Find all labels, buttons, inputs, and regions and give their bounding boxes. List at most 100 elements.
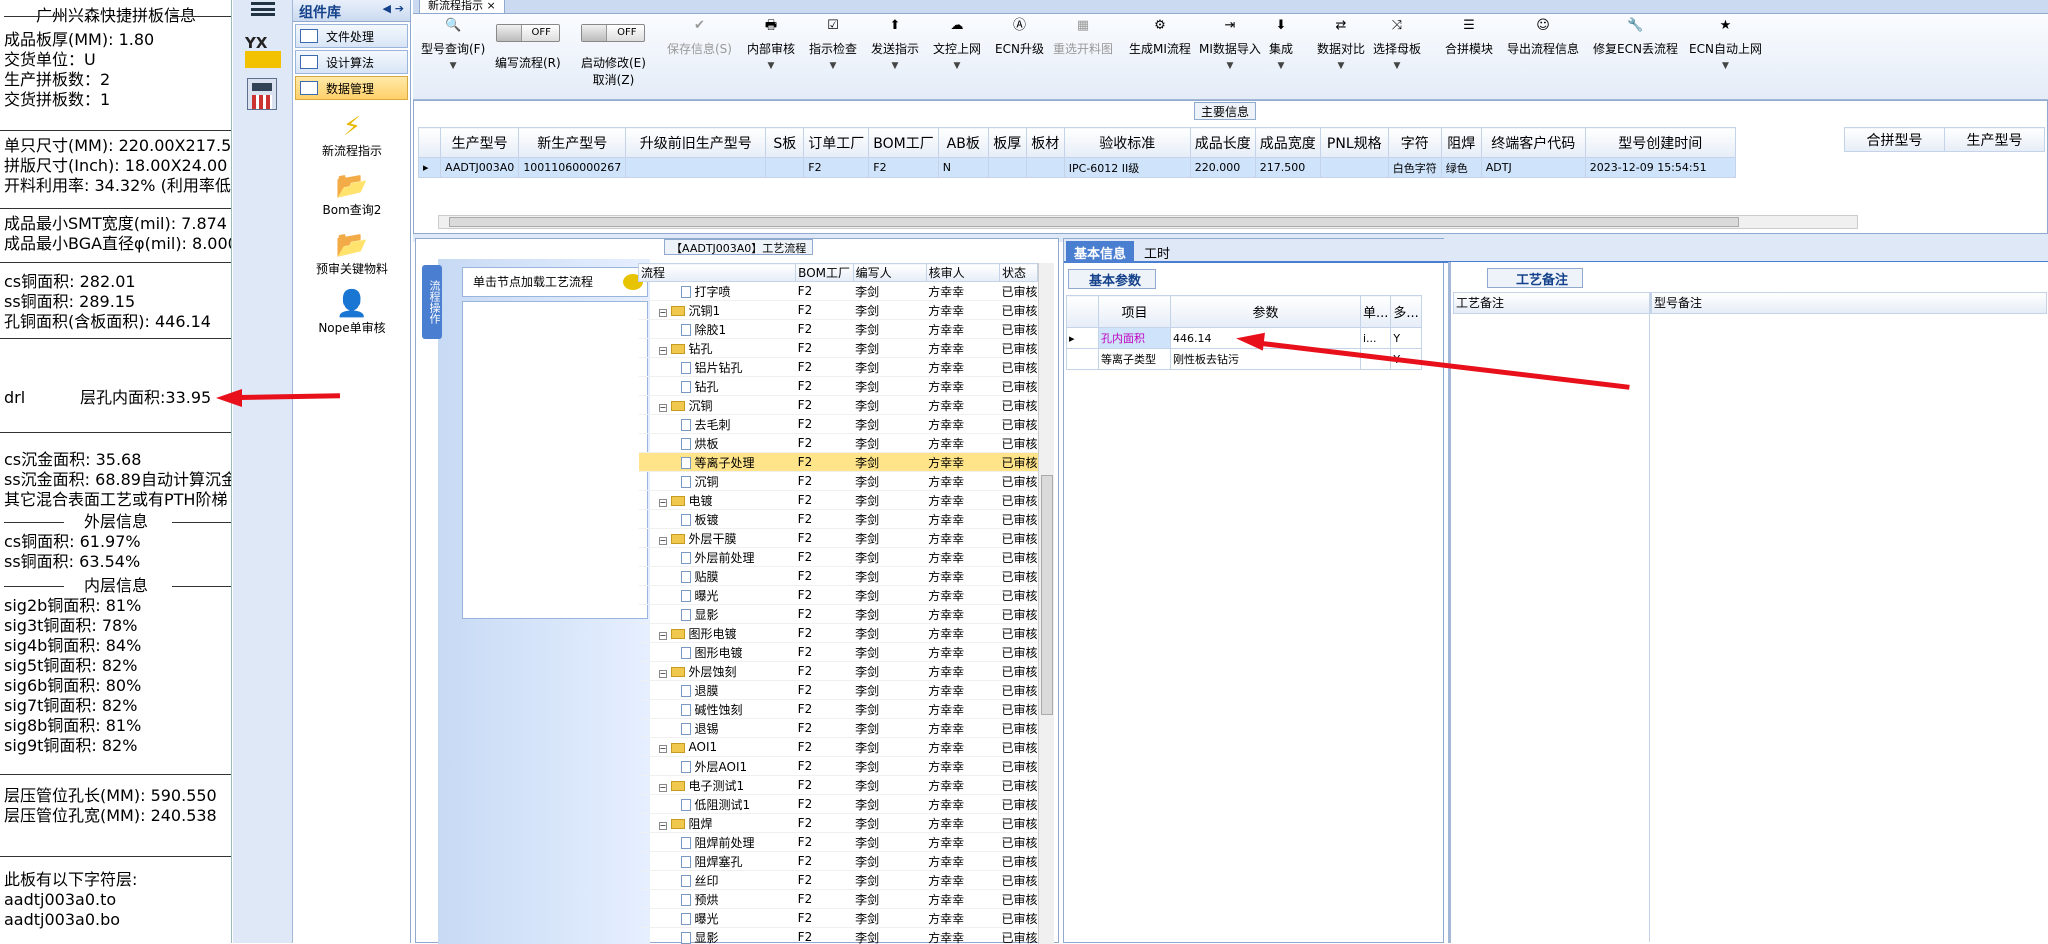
col-header[interactable]: 板材 bbox=[1026, 128, 1064, 158]
tree-row[interactable]: 去毛刺F2李剑方幸幸已审核 bbox=[639, 415, 1038, 434]
tab-work-hours[interactable]: 工时 bbox=[1136, 241, 1178, 263]
tree-row[interactable]: 丝印F2李剑方幸幸已审核 bbox=[639, 871, 1038, 890]
toolbar-button-7[interactable]: ☁文控上网▼ bbox=[933, 18, 981, 71]
tree-row[interactable]: 外层AOI1F2李剑方幸幸已审核 bbox=[639, 757, 1038, 776]
tree-row[interactable]: 阻焊前处理F2李剑方幸幸已审核 bbox=[639, 833, 1038, 852]
tree-row[interactable]: 低阻测试1F2李剑方幸幸已审核 bbox=[639, 795, 1038, 814]
table-cell[interactable] bbox=[626, 158, 766, 178]
table-row[interactable]: ▸AADTJ003A010011060000267F2F2NIPC-6012 I… bbox=[419, 158, 1736, 178]
tree-row[interactable]: 退膜F2李剑方幸幸已审核 bbox=[639, 681, 1038, 700]
tree-row[interactable]: 阻焊塞孔F2李剑方幸幸已审核 bbox=[639, 852, 1038, 871]
col-header[interactable]: 订单工厂 bbox=[804, 128, 869, 158]
col-header[interactable]: AB板 bbox=[938, 128, 988, 158]
table-cell[interactable] bbox=[766, 158, 804, 178]
table-cell[interactable]: 220.000 bbox=[1190, 158, 1255, 178]
key-material-tool[interactable]: 📂预审关键物料 bbox=[293, 230, 411, 277]
col-header[interactable]: 阻焊 bbox=[1441, 128, 1481, 158]
chevron-down-icon[interactable]: ▼ bbox=[871, 61, 919, 71]
table-cell[interactable]: 绿色 bbox=[1441, 158, 1481, 178]
tree-row[interactable]: 显影F2李剑方幸幸已审核 bbox=[639, 928, 1038, 944]
chevron-down-icon[interactable]: ▼ bbox=[1199, 61, 1261, 71]
toolbar-button-12[interactable]: ⬇集成▼ bbox=[1269, 18, 1293, 71]
tree-row[interactable]: 显影F2李剑方幸幸已审核 bbox=[639, 605, 1038, 624]
chevron-down-icon[interactable]: ▼ bbox=[1689, 61, 1762, 71]
tree-row[interactable]: 等离子处理F2李剑方幸幸已审核 bbox=[639, 453, 1038, 472]
calculator-icon[interactable] bbox=[247, 78, 277, 110]
tree-row[interactable]: −沉铜1F2李剑方幸幸已审核 bbox=[639, 301, 1038, 320]
chevron-down-icon[interactable]: ▼ bbox=[421, 61, 485, 71]
process-operation-tab[interactable]: 流程操作 bbox=[422, 265, 442, 339]
tree-row[interactable]: 外层前处理F2李剑方幸幸已审核 bbox=[639, 548, 1038, 567]
col-status[interactable]: 状态 bbox=[999, 264, 1037, 282]
col-param[interactable]: 参数 bbox=[1171, 296, 1361, 328]
chevron-down-icon[interactable]: ▼ bbox=[933, 61, 981, 71]
tree-row[interactable]: 烘板F2李剑方幸幸已审核 bbox=[639, 434, 1038, 453]
tree-row[interactable]: 除胶1F2李剑方幸幸已审核 bbox=[639, 320, 1038, 339]
col-header[interactable]: 板厚 bbox=[988, 128, 1026, 158]
toggle-switch[interactable]: OFF bbox=[496, 24, 560, 42]
col-reviewer[interactable]: 核审人 bbox=[926, 264, 999, 282]
menu-icon[interactable] bbox=[251, 2, 275, 16]
toolbar-button-13[interactable]: ⇄数据对比▼ bbox=[1317, 18, 1365, 71]
collapse-icon[interactable]: − bbox=[659, 347, 667, 355]
col-header[interactable]: 终端客户代码 bbox=[1481, 128, 1585, 158]
table-cell[interactable] bbox=[1026, 158, 1064, 178]
chevron-down-icon[interactable]: ▼ bbox=[1269, 61, 1293, 71]
nope-review-tool[interactable]: 👤Nope单审核 bbox=[293, 289, 411, 336]
tree-row[interactable]: 铝片钻孔F2李剑方幸幸已审核 bbox=[639, 358, 1038, 377]
new-process-tool[interactable]: ⚡新流程指示 bbox=[293, 112, 411, 159]
chevron-down-icon[interactable]: ▼ bbox=[809, 61, 857, 71]
collapse-icon[interactable]: − bbox=[659, 745, 667, 753]
col-writer[interactable]: 编写人 bbox=[853, 264, 926, 282]
toggle-switch[interactable]: OFF bbox=[581, 24, 645, 42]
col-header[interactable]: 字符 bbox=[1388, 128, 1441, 158]
tree-row[interactable]: −AOI1F2李剑方幸幸已审核 bbox=[639, 738, 1038, 757]
toolbar-button-0[interactable]: 🔍型号查询(F)▼ bbox=[421, 18, 485, 71]
tree-row[interactable]: −外层干膜F2李剑方幸幸已审核 bbox=[639, 529, 1038, 548]
toolbar-button-14[interactable]: ⤨选择母板▼ bbox=[1373, 18, 1421, 71]
col-header[interactable]: 新生产型号 bbox=[519, 128, 626, 158]
col-bom-factory[interactable]: BOM工厂 bbox=[796, 264, 853, 282]
table-cell[interactable] bbox=[1320, 158, 1388, 178]
tree-row[interactable]: 打字喷F2李剑方幸幸已审核 bbox=[639, 282, 1038, 301]
tree-row[interactable]: −图形电镀F2李剑方幸幸已审核 bbox=[639, 624, 1038, 643]
pin-icon[interactable]: ◀ ➔ bbox=[382, 2, 404, 15]
col-multi[interactable]: 多... bbox=[1391, 296, 1421, 328]
yx-logo-icon[interactable]: YX bbox=[245, 34, 281, 68]
collapse-icon[interactable]: − bbox=[659, 822, 667, 830]
load-process-hint[interactable]: 单击节点加载工艺流程 bbox=[462, 267, 648, 297]
table-cell[interactable]: ADTJ bbox=[1481, 158, 1585, 178]
toolbar-button-15[interactable]: ☰合拼模块 bbox=[1445, 18, 1493, 57]
tab-new-process[interactable]: 新流程指示 × bbox=[419, 0, 505, 14]
col-unit[interactable]: 单... bbox=[1361, 296, 1391, 328]
col-header[interactable]: 成品宽度 bbox=[1255, 128, 1320, 158]
tree-row[interactable]: 图形电镀F2李剑方幸幸已审核 bbox=[639, 643, 1038, 662]
toolbar-button-5[interactable]: ☑指示检查▼ bbox=[809, 18, 857, 71]
col-header[interactable]: 型号创建时间 bbox=[1585, 128, 1735, 158]
chevron-down-icon[interactable]: ▼ bbox=[1373, 61, 1421, 71]
toolbar-button-17[interactable]: 🔧修复ECN丢流程 bbox=[1593, 18, 1678, 57]
file-processing-button[interactable]: 文件处理 bbox=[295, 24, 408, 48]
toolbar-button-1[interactable]: OFF编写流程(R) bbox=[495, 18, 561, 71]
col-item[interactable]: 项目 bbox=[1099, 296, 1171, 328]
table-cell[interactable] bbox=[988, 158, 1026, 178]
col-header[interactable]: 合拼型号 bbox=[1845, 128, 1945, 152]
param-row[interactable]: 等离子类型刚性板去钻污Y bbox=[1067, 349, 1422, 370]
table-cell[interactable]: 白色字符 bbox=[1388, 158, 1441, 178]
tree-row[interactable]: −阻焊F2李剑方幸幸已审核 bbox=[639, 814, 1038, 833]
collapse-icon[interactable]: − bbox=[659, 404, 667, 412]
toolbar-button-8[interactable]: ⒶECN升级 bbox=[995, 18, 1044, 57]
tree-row[interactable]: 碱性蚀刻F2李剑方幸幸已审核 bbox=[639, 700, 1038, 719]
table-cell[interactable]: IPC-6012 II级 bbox=[1064, 158, 1190, 178]
design-algorithm-button[interactable]: 设计算法 bbox=[295, 50, 408, 74]
toolbar-button-16[interactable]: ☺导出流程信息 bbox=[1507, 18, 1579, 57]
tab-basic-info[interactable]: 基本信息 bbox=[1066, 241, 1134, 263]
tree-row[interactable]: 退锡F2李剑方幸幸已审核 bbox=[639, 719, 1038, 738]
toolbar-button-4[interactable]: 🖶内部审核▼ bbox=[747, 18, 795, 71]
bom-query-tool[interactable]: 📂Bom查询2 bbox=[293, 171, 411, 218]
collapse-icon[interactable]: − bbox=[659, 537, 667, 545]
tree-row[interactable]: 板镀F2李剑方幸幸已审核 bbox=[639, 510, 1038, 529]
collapse-icon[interactable]: − bbox=[659, 309, 667, 317]
tree-row[interactable]: 曝光F2李剑方幸幸已审核 bbox=[639, 586, 1038, 605]
tree-row[interactable]: −钻孔F2李剑方幸幸已审核 bbox=[639, 339, 1038, 358]
